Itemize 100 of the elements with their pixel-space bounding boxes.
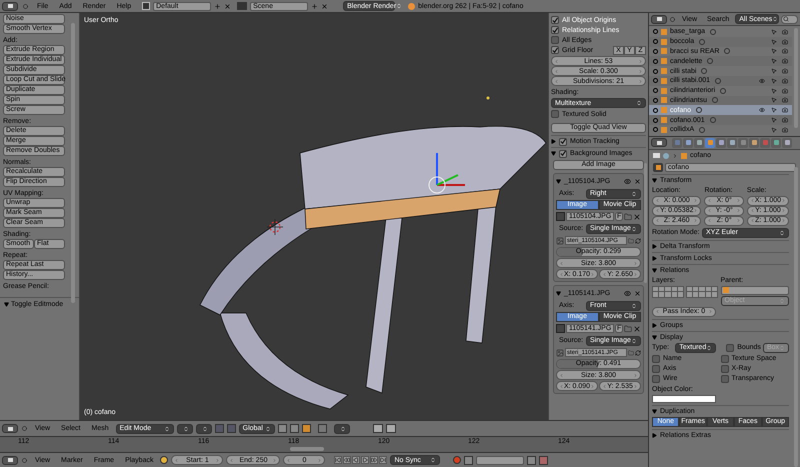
checkbox[interactable] <box>652 364 660 373</box>
editor-type-icon[interactable] <box>2 456 18 464</box>
collapse-icon <box>670 16 675 22</box>
checkbox[interactable] <box>652 374 660 383</box>
camera-icon[interactable] <box>782 28 788 35</box>
chevron-icon <box>672 152 678 159</box>
transform-widget[interactable] <box>428 153 465 194</box>
camera-icon[interactable] <box>782 126 788 133</box>
context-tab[interactable] <box>705 138 715 148</box>
checkbox[interactable] <box>720 354 728 363</box>
object-icon <box>722 287 728 294</box>
camera-icon[interactable] <box>782 48 788 54</box>
editor-type-icon[interactable] <box>651 138 667 148</box>
context-tab[interactable] <box>749 138 759 148</box>
checkbox[interactable] <box>551 26 559 34</box>
increment-icon <box>272 458 278 462</box>
camera-icon[interactable] <box>782 38 788 45</box>
jump-keyframe-forward-icon[interactable] <box>370 456 378 464</box>
collapsed-arrow-icon[interactable] <box>652 256 657 261</box>
object-icon <box>653 163 663 172</box>
reload-icon <box>635 238 641 244</box>
decrement-icon <box>602 384 608 388</box>
checkbox[interactable] <box>559 138 567 146</box>
decrement-icon <box>559 260 564 266</box>
eye-icon[interactable] <box>759 78 765 84</box>
parent-field[interactable] <box>720 286 789 295</box>
decrement-icon <box>602 272 608 276</box>
checkbox[interactable] <box>720 364 728 373</box>
expanded-arrow-icon[interactable] <box>551 151 556 156</box>
folder-icon <box>624 324 632 332</box>
increment-icon <box>215 458 220 462</box>
decrement-icon <box>559 384 564 388</box>
camera-icon[interactable] <box>782 117 788 124</box>
increment-icon <box>633 372 638 378</box>
camera-icon[interactable] <box>782 78 788 84</box>
collapse-icon <box>22 426 27 431</box>
checkbox[interactable] <box>551 46 559 54</box>
close-icon <box>633 324 641 332</box>
collapsed-arrow-icon[interactable] <box>551 139 556 144</box>
checkbox[interactable] <box>551 36 559 44</box>
context-tab[interactable] <box>716 138 726 148</box>
camera-icon[interactable] <box>782 58 788 64</box>
checkbox[interactable] <box>559 150 567 158</box>
folder-icon <box>624 212 632 220</box>
editor-type-icon[interactable] <box>2 424 18 433</box>
record-icon[interactable] <box>453 456 462 464</box>
eye-icon[interactable] <box>759 107 765 114</box>
image-icon <box>556 348 564 356</box>
context-tab[interactable] <box>727 138 737 148</box>
scrollbar[interactable] <box>290 447 324 451</box>
eye-icon <box>624 178 631 185</box>
object-icon <box>681 152 687 159</box>
expanded-arrow-icon[interactable] <box>652 268 657 273</box>
checkbox[interactable] <box>652 354 660 363</box>
collapsed-arrow-icon[interactable] <box>652 322 657 328</box>
close-icon <box>224 2 232 10</box>
pivot-dropdown[interactable] <box>196 424 212 434</box>
jump-start-icon[interactable] <box>334 456 342 464</box>
light-marker[interactable] <box>486 96 490 100</box>
collapsed-arrow-icon[interactable] <box>652 244 657 249</box>
expanded-arrow-icon[interactable] <box>652 334 657 340</box>
camera-icon[interactable] <box>782 88 788 94</box>
folder-icon <box>628 238 634 244</box>
checkbox[interactable] <box>551 16 559 24</box>
jump-keyframe-back-icon[interactable] <box>343 456 352 464</box>
camera-icon[interactable] <box>782 107 788 114</box>
layer-grid[interactable] <box>686 286 718 298</box>
clock-icon[interactable] <box>160 456 168 464</box>
checkbox[interactable] <box>720 374 728 383</box>
expanded-arrow-icon[interactable] <box>652 408 657 414</box>
decrement-icon <box>559 272 564 276</box>
blender-logo-icon <box>408 2 416 10</box>
expanded-arrow-icon[interactable] <box>652 178 657 183</box>
layer-grid[interactable] <box>652 286 684 298</box>
shading-mode-dropdown[interactable] <box>176 424 193 434</box>
camera-icon[interactable] <box>782 97 788 104</box>
checkbox[interactable] <box>726 344 734 352</box>
jump-end-icon[interactable] <box>379 456 388 464</box>
search-field[interactable] <box>781 14 798 24</box>
keying-set-field[interactable] <box>476 456 524 464</box>
context-tab[interactable] <box>782 138 792 148</box>
context-tab[interactable] <box>683 138 693 148</box>
proportional-dropdown[interactable] <box>334 424 350 434</box>
color-swatch[interactable] <box>652 394 716 403</box>
context-tab[interactable] <box>694 138 704 148</box>
decrement-icon <box>229 458 234 462</box>
cursor-icon[interactable] <box>266 218 284 236</box>
camera-icon[interactable] <box>782 68 788 74</box>
increment-icon <box>590 272 596 276</box>
play-icon[interactable] <box>361 456 370 464</box>
increment-icon <box>590 384 596 388</box>
decrement-icon <box>286 458 292 462</box>
scrollbar[interactable] <box>644 163 647 283</box>
play-reverse-icon[interactable] <box>352 456 360 464</box>
context-tab[interactable] <box>771 138 781 148</box>
mesh-drawing[interactable] <box>200 126 546 410</box>
collapsed-arrow-icon[interactable] <box>652 432 657 438</box>
checkbox[interactable] <box>551 110 559 118</box>
editor-type-icon[interactable] <box>2 2 18 10</box>
editor-type-icon[interactable] <box>651 14 667 24</box>
